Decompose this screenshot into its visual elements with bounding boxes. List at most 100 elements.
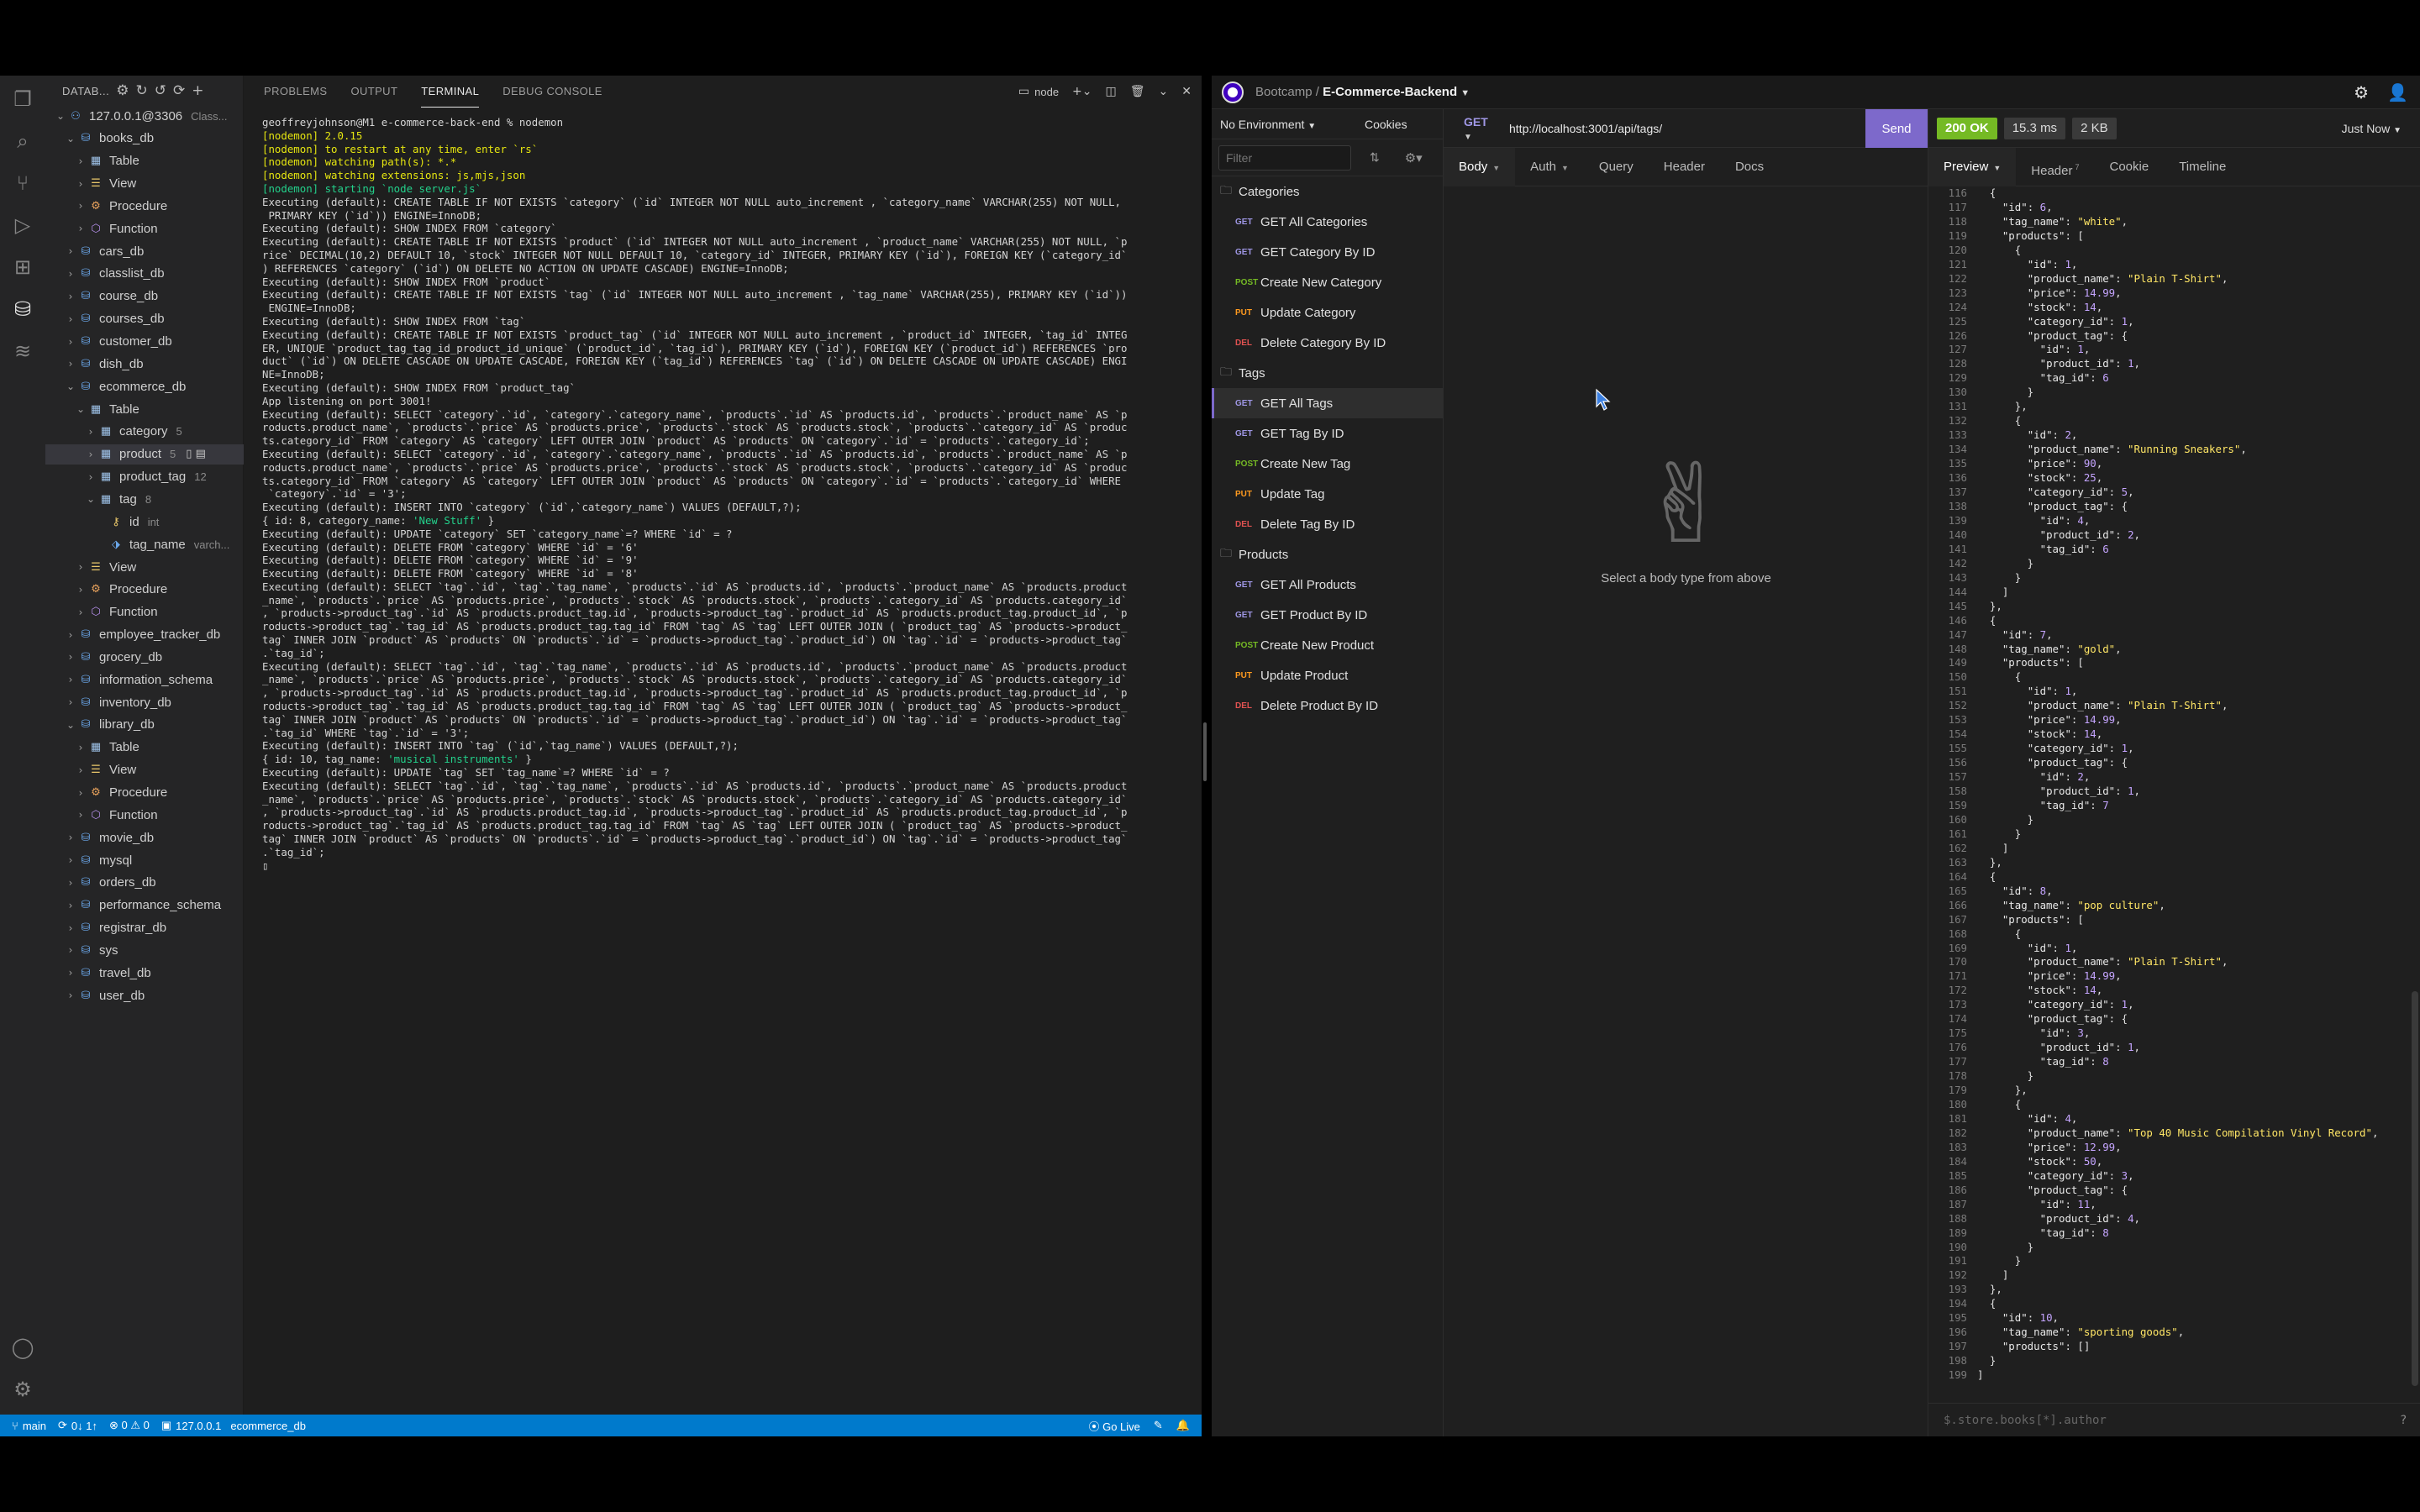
chevron-right-icon[interactable]: › (64, 651, 77, 663)
chevron-right-icon[interactable]: › (74, 742, 87, 753)
tree-item[interactable]: ⬗ tag_name varch... (45, 534, 244, 554)
branch-status[interactable]: ⑂ main (12, 1420, 46, 1432)
account-icon[interactable]: ◯ (11, 1336, 34, 1359)
chevron-right-icon[interactable]: › (64, 877, 77, 889)
tree-item[interactable]: › ⛁ information_schema (45, 669, 244, 690)
tree-item[interactable]: ⌄ ▦ tag 8 (45, 489, 244, 509)
terminal-icon[interactable]: ▭ (1018, 85, 1029, 98)
tree-item[interactable]: › ⛁ performance_schema (45, 895, 244, 916)
tree-item[interactable]: › ▦ product_tag 12 (45, 467, 244, 487)
reload-icon[interactable]: ⟳ (173, 82, 185, 99)
new-terminal-icon[interactable]: +⌄ (1072, 85, 1092, 98)
response-json-preview[interactable]: 116 {117 "id": 6, 118 "tag_name": "white"… (1928, 186, 2420, 1396)
folder-categories[interactable]: 🗀 Categories (1212, 176, 1443, 207)
files-icon[interactable]: ❐ (11, 87, 34, 111)
chevron-right-icon[interactable]: › (74, 223, 87, 234)
refresh-icon[interactable]: ↻ (136, 82, 148, 99)
chevron-right-icon[interactable]: › (74, 155, 87, 167)
tree-item[interactable]: › ⛁ movie_db (45, 827, 244, 848)
settings-gear-icon[interactable]: ⚙ (11, 1378, 34, 1401)
environment-select[interactable]: No Environment ▼ (1212, 118, 1355, 131)
tree-item[interactable]: › ▦ Table (45, 151, 244, 171)
chevron-right-icon[interactable]: › (64, 967, 77, 979)
gear-icon[interactable]: ⚙ (116, 82, 129, 99)
tree-item[interactable]: › ⛁ course_db (45, 286, 244, 307)
chevron-right-icon[interactable]: › (74, 606, 87, 618)
tree-item[interactable]: › ⛁ inventory_db (45, 692, 244, 712)
chevron-right-icon[interactable]: › (74, 584, 87, 596)
tree-item[interactable]: › ⬡ Function (45, 602, 244, 622)
request-item[interactable]: POST Create New Tag (1212, 449, 1443, 479)
tree-item[interactable]: ⌄ ⚇ 127.0.0.1@3306 Class... (45, 106, 244, 126)
tree-item[interactable]: › ⚙ Procedure (45, 783, 244, 803)
chevron-right-icon[interactable]: › (64, 313, 77, 325)
breadcrumb-project[interactable]: Bootcamp (1255, 85, 1313, 99)
request-item[interactable]: POST Create New Category (1212, 267, 1443, 297)
chevron-right-icon[interactable]: › (64, 696, 77, 708)
terminal-output[interactable]: geoffreyjohnson@M1 e-commerce-back-end %… (262, 116, 1192, 1376)
chevron-right-icon[interactable]: › (64, 900, 77, 911)
request-item[interactable]: GET GET Tag By ID (1212, 418, 1443, 449)
tree-item[interactable]: › ▦ product 5 ▯ ▤ (45, 444, 244, 465)
tree-item[interactable]: ⌄ ⛁ ecommerce_db (45, 376, 244, 396)
tab-output[interactable]: OUTPUT (350, 76, 397, 108)
tree-item[interactable]: › ⚙ Procedure (45, 196, 244, 216)
tree-item[interactable]: › ⛁ employee_tracker_db (45, 625, 244, 645)
tab-docs[interactable]: Docs (1720, 148, 1779, 186)
chevron-right-icon[interactable]: › (84, 449, 97, 460)
tab-terminal[interactable]: TERMINAL (421, 76, 480, 108)
tree-item[interactable]: › ⛁ sys (45, 940, 244, 960)
request-item[interactable]: GET GET All Categories (1212, 207, 1443, 237)
tree-item[interactable]: › ⛁ grocery_db (45, 647, 244, 667)
request-item[interactable]: DEL Delete Tag By ID (1212, 509, 1443, 539)
request-item[interactable]: POST Create New Product (1212, 630, 1443, 660)
chevron-down-icon[interactable]: ⌄ (64, 719, 77, 731)
tab-problems[interactable]: PROBLEMS (264, 76, 327, 108)
chevron-right-icon[interactable]: › (64, 358, 77, 370)
chevron-right-icon[interactable]: › (64, 922, 77, 934)
tree-item[interactable]: › ☰ View (45, 760, 244, 780)
database-icon[interactable]: ⛁ (11, 297, 34, 321)
request-item[interactable]: PUT Update Product (1212, 660, 1443, 690)
source-control-icon[interactable]: ⑂ (11, 171, 34, 195)
chevron-right-icon[interactable]: › (64, 291, 77, 302)
folder-tags[interactable]: 🗀 Tags (1212, 358, 1443, 388)
chevron-right-icon[interactable]: › (84, 426, 97, 438)
sync-status[interactable]: ⟳ 0↓ 1↑ (58, 1419, 97, 1432)
help-icon[interactable]: ? (2401, 1414, 2407, 1427)
chevron-right-icon[interactable]: › (64, 990, 77, 1001)
tree-item[interactable]: › ⛁ cars_db (45, 241, 244, 261)
terminal-name[interactable]: node (1034, 86, 1059, 98)
send-button[interactable]: Send (1865, 109, 1928, 148)
tree-item[interactable]: › ⛁ courses_db (45, 309, 244, 329)
folder-products[interactable]: 🗀 Products (1212, 539, 1443, 570)
chevron-down-icon[interactable]: ⌄ (54, 110, 67, 122)
method-select[interactable]: GET ▼ (1444, 115, 1497, 142)
problems-status[interactable]: ⊗ 0 ⚠ 0 (109, 1419, 150, 1432)
tab-timeline[interactable]: Timeline (2164, 148, 2241, 186)
tree-item[interactable]: › ⛁ user_db (45, 985, 244, 1005)
tree-item[interactable]: ⌄ ⛁ books_db (45, 129, 244, 149)
chevron-right-icon[interactable]: › (84, 471, 97, 483)
tree-item[interactable]: › ⛁ travel_db (45, 963, 244, 983)
tab-header[interactable]: Header 7 (2016, 148, 2094, 186)
close-icon[interactable]: ✕ (1181, 85, 1192, 98)
add-request-gear-icon[interactable]: ⚙▾ (1405, 150, 1423, 165)
add-connection-icon[interactable]: + (192, 82, 203, 99)
request-item[interactable]: GET GET All Products (1212, 570, 1443, 600)
chevron-right-icon[interactable]: › (64, 944, 77, 956)
chevron-right-icon[interactable]: › (74, 200, 87, 212)
request-item[interactable]: DEL Delete Product By ID (1212, 690, 1443, 721)
response-scrollbar[interactable] (2412, 991, 2418, 1386)
breadcrumb-collection[interactable]: E-Commerce-Backend (1323, 85, 1457, 99)
extensions-icon[interactable]: ⊞ (11, 255, 34, 279)
breadcrumb[interactable]: Bootcamp / E-Commerce-Backend ▼ (1255, 85, 1470, 99)
tab-debug-console[interactable]: DEBUG CONSOLE (502, 76, 602, 108)
feedback-icon[interactable]: ✎ (1154, 1419, 1163, 1432)
trash-icon[interactable]: 🗑 (1130, 85, 1145, 98)
chevron-right-icon[interactable]: › (64, 268, 77, 280)
tree-item[interactable]: › ☰ View (45, 174, 244, 194)
settings-gear-icon[interactable]: ⚙ (2354, 82, 2369, 102)
response-history-select[interactable]: Just Now ▼ (2342, 109, 2402, 148)
tab-preview[interactable]: Preview ▼ (1928, 147, 2017, 186)
